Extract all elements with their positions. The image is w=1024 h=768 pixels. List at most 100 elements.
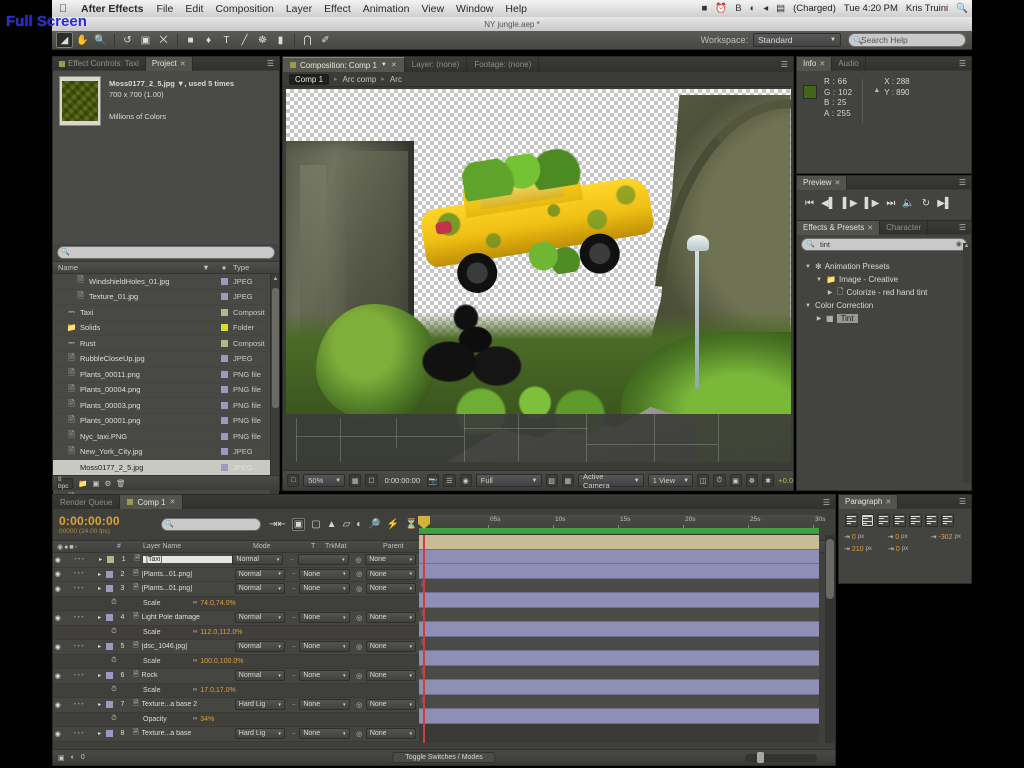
workspace-select[interactable]: Standard ▼ bbox=[753, 33, 841, 47]
layer-trkmat-select[interactable]: None ▾ bbox=[299, 728, 350, 740]
chevron-down-icon[interactable]: ▼ bbox=[804, 264, 812, 270]
project-list-item[interactable]: 🗎 Moss0177_2_5.jpg JPEG bbox=[53, 460, 279, 476]
link-constrain-icon[interactable]: ∞ bbox=[193, 629, 200, 635]
rotation-tool[interactable]: ↺ bbox=[119, 32, 136, 48]
layer-name[interactable]: [Plants...01.png] bbox=[142, 571, 235, 578]
preserve-transparency-toggle[interactable]: – bbox=[288, 731, 299, 737]
property-value[interactable]: 17.0,17.0% bbox=[200, 687, 235, 694]
stopwatch-icon[interactable]: ⏱ bbox=[107, 686, 121, 694]
menu-edit[interactable]: Edit bbox=[179, 3, 209, 15]
effects-tree-item[interactable]: ▶ 🗋 Colorize - red hand tint bbox=[797, 286, 971, 299]
timeline-property-row[interactable]: ⏱ Scale ∞ 17.0,17.0% bbox=[53, 683, 419, 698]
layer-switches[interactable]: • • • bbox=[63, 586, 95, 592]
timeline-current-time[interactable]: 0:00:00:00 00000 (24.00 fps) bbox=[53, 514, 161, 535]
layer-label-color[interactable] bbox=[104, 672, 114, 680]
tab-effects-presets[interactable]: Effects & Presets ✕ bbox=[797, 220, 881, 235]
layer-trkmat-select[interactable]: ▾ bbox=[297, 554, 349, 566]
layer-blend-mode-select[interactable]: Hard Lig ▾ bbox=[234, 728, 285, 740]
label-color-swatch[interactable] bbox=[215, 324, 233, 332]
menu-animation[interactable]: Animation bbox=[357, 3, 416, 15]
preserve-transparency-toggle[interactable]: – bbox=[288, 673, 299, 679]
timeline-link-icon[interactable]: ▣ bbox=[729, 474, 742, 487]
menu-view[interactable]: View bbox=[415, 3, 450, 15]
preserve-transparency-toggle[interactable]: – bbox=[286, 557, 298, 563]
label-color-swatch[interactable] bbox=[215, 293, 233, 301]
layer-blend-mode-select[interactable]: Normal ▾ bbox=[232, 554, 284, 566]
layer-label-color[interactable] bbox=[104, 701, 114, 709]
channel-select-icon[interactable]: ◉ bbox=[459, 474, 472, 487]
layer-name[interactable]: Texture...a base bbox=[142, 730, 235, 737]
layer-parent-select[interactable]: None ▾ bbox=[365, 699, 416, 711]
timeline-layer-row[interactable]: ◉ • • • ▸ 1 🗎 [Taxi] Normal ▾ – ▾ ◎ None ▾ bbox=[53, 553, 419, 568]
preserve-transparency-toggle[interactable]: – bbox=[288, 615, 299, 621]
expand-layer-icon[interactable]: ▸ bbox=[95, 585, 105, 592]
breadcrumb-item-arc-comp[interactable]: Arc comp bbox=[343, 75, 377, 84]
layer-label-color[interactable] bbox=[104, 730, 114, 738]
parent-pickwhip-icon[interactable]: ◎ bbox=[353, 701, 366, 709]
new-comp-icon[interactable]: ▣ bbox=[92, 479, 99, 488]
paragraph-indent-fields[interactable]: ⇥ 0 px ⇥ 0 px ⇥ -302 px ⇥ 210 px ⇥ 0 px bbox=[839, 527, 971, 554]
resolution-select[interactable]: Full ▼ bbox=[475, 474, 542, 487]
layer-label-color[interactable] bbox=[104, 570, 114, 578]
timeline-layer-row[interactable]: ◉ • • • ▸ 3 🗎 [Plants...01.png] Normal ▾ – None ▾ ◎… bbox=[53, 582, 419, 597]
label-color-swatch[interactable] bbox=[215, 339, 233, 347]
column-type[interactable]: Type bbox=[233, 263, 279, 272]
video-visibility-icon[interactable]: ◉ bbox=[53, 614, 63, 622]
link-constrain-icon[interactable]: ∞ bbox=[193, 600, 200, 606]
stopwatch-icon[interactable]: ⏱ bbox=[107, 715, 121, 723]
tab-composition[interactable]: Composition: Comp 1 ▼ ✕ bbox=[283, 57, 405, 72]
effects-tree-item[interactable]: ▼ Color Correction bbox=[797, 299, 971, 312]
loop-icon[interactable]: ↻ bbox=[922, 198, 930, 209]
project-settings-icon[interactable]: ⚙ bbox=[104, 479, 111, 488]
bluetooth-icon[interactable]: ⁠B bbox=[731, 3, 745, 14]
composition-timecode[interactable]: 0:00:00:00 bbox=[382, 476, 423, 485]
panel-menu-icon[interactable]: ☰ bbox=[959, 59, 971, 68]
play-icon[interactable]: ▌▶ bbox=[843, 198, 858, 209]
layer-name[interactable]: Light Pole damage bbox=[142, 614, 235, 621]
frame-blending-icon[interactable]: ▱ bbox=[343, 519, 351, 530]
panel-menu-icon[interactable]: ☰ bbox=[781, 60, 793, 69]
label-color-swatch[interactable] bbox=[215, 401, 233, 409]
tab-render-queue[interactable]: Render Queue bbox=[53, 495, 121, 509]
layer-switches[interactable]: • • • bbox=[63, 644, 95, 650]
close-icon[interactable]: ✕ bbox=[180, 60, 186, 68]
user-name-label[interactable]: Kris Truini bbox=[902, 3, 952, 14]
property-value[interactable]: 34% bbox=[200, 716, 214, 723]
link-constrain-icon[interactable]: ∞ bbox=[193, 716, 200, 722]
label-color-swatch[interactable] bbox=[215, 370, 233, 378]
expand-layer-icon[interactable]: ▸ bbox=[95, 643, 105, 650]
space-before-icon-field[interactable]: ⇥ 210 px bbox=[844, 545, 885, 554]
layer-trkmat-select[interactable]: None ▾ bbox=[299, 699, 350, 711]
parent-pickwhip-icon[interactable]: ◎ bbox=[353, 643, 366, 651]
grid-guides-icon[interactable]: ▦ bbox=[349, 474, 362, 487]
chevron-down-icon[interactable]: ▼ bbox=[804, 303, 812, 309]
scroll-up-icon[interactable]: ▲ bbox=[272, 276, 279, 282]
layer-name[interactable]: [Plants...01.png] bbox=[142, 585, 235, 592]
timeline-layer-bar[interactable] bbox=[419, 709, 819, 724]
label-color-swatch[interactable] bbox=[215, 448, 233, 456]
motion-blur-icon[interactable]: ◐ bbox=[356, 519, 362, 530]
layer-parent-select[interactable]: None ▾ bbox=[365, 728, 416, 740]
pen-tool[interactable]: ♦ bbox=[200, 32, 217, 48]
hand-tool[interactable]: ✋ bbox=[74, 32, 91, 48]
region-of-interest-icon[interactable]: ☐ bbox=[365, 474, 378, 487]
parent-pickwhip-icon[interactable]: ◎ bbox=[353, 672, 366, 680]
shape-tool[interactable]: ■ bbox=[182, 32, 199, 48]
property-value[interactable]: 100.0,100.0% bbox=[200, 658, 243, 665]
layer-switches[interactable]: • • • bbox=[63, 731, 95, 737]
align-right-icon[interactable] bbox=[877, 514, 890, 527]
link-constrain-icon[interactable]: ∞ bbox=[193, 658, 200, 664]
layer-label-color[interactable] bbox=[105, 556, 116, 564]
timeline-layer-bar[interactable] bbox=[419, 651, 819, 666]
align-center-icon[interactable] bbox=[861, 514, 874, 527]
label-color-swatch[interactable] bbox=[215, 386, 233, 394]
timeline-property-track[interactable]: I bbox=[419, 694, 819, 709]
layer-switches[interactable]: • • • bbox=[63, 557, 96, 563]
type-tool[interactable]: T bbox=[218, 32, 235, 48]
layer-parent-select[interactable]: None ▾ bbox=[365, 583, 416, 595]
stopwatch-icon[interactable]: ⏱ bbox=[107, 599, 121, 607]
layer-trkmat-select[interactable]: None ▾ bbox=[299, 583, 350, 595]
toggle-switches-modes-button[interactable]: Toggle Switches / Modes bbox=[392, 752, 496, 763]
layer-name[interactable]: [dsc_1046.jpg] bbox=[142, 643, 235, 650]
label-color-swatch[interactable] bbox=[215, 417, 233, 425]
